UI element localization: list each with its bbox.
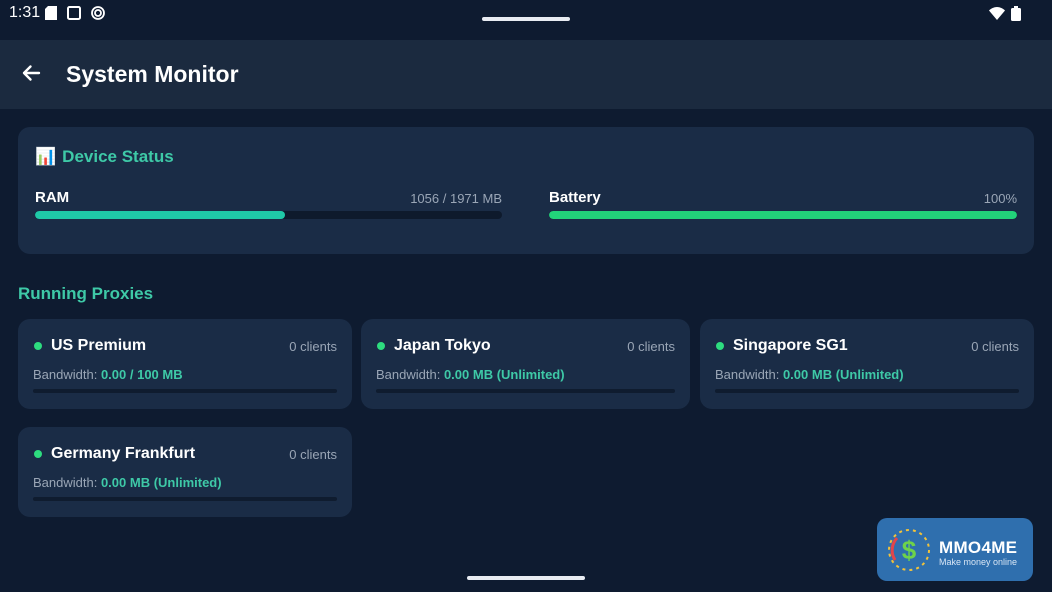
proxy-name: Germany Frankfurt bbox=[51, 445, 196, 462]
bandwidth-value: 0.00 MB (Unlimited) bbox=[782, 367, 904, 382]
watermark-title: MMO4ME bbox=[939, 538, 1018, 557]
page-title: System Monitor bbox=[66, 61, 239, 87]
battery-label: Battery bbox=[549, 189, 601, 206]
proxy-bandwidth: Bandwidth: 0.00 MB (Unlimited) bbox=[715, 367, 904, 382]
status-dot bbox=[377, 342, 385, 350]
bandwidth-progress-track bbox=[33, 389, 337, 393]
dollar-coin-icon: $ bbox=[885, 526, 933, 579]
arrow-left-icon bbox=[21, 63, 41, 88]
bandwidth-progress-track bbox=[376, 389, 675, 393]
proxy-clients: 0 clients bbox=[289, 447, 337, 462]
proxy-clients: 0 clients bbox=[627, 339, 675, 354]
proxy-card-germany-frankfurt[interactable]: Germany Frankfurt 0 clients Bandwidth: 0… bbox=[18, 427, 352, 517]
proxy-card-singapore-sg1[interactable]: Singapore SG1 0 clients Bandwidth: 0.00 … bbox=[700, 319, 1034, 409]
proxy-name: Singapore SG1 bbox=[733, 337, 848, 354]
proxy-bandwidth: Bandwidth: 0.00 MB (Unlimited) bbox=[376, 367, 565, 382]
battery-value: 100% bbox=[983, 191, 1017, 206]
mmo4me-watermark-logo: $ MMO4ME Make money online bbox=[877, 518, 1033, 581]
proxy-bandwidth: Bandwidth: 0.00 / 100 MB bbox=[33, 367, 183, 382]
battery-icon bbox=[1011, 6, 1021, 26]
bandwidth-value: 0.00 MB (Unlimited) bbox=[443, 367, 565, 382]
chart-emoji-icon: 📊 bbox=[35, 147, 57, 166]
status-dot bbox=[34, 342, 42, 350]
device-status-card: 📊 Device Status RAM 1056 / 1971 MB Batte… bbox=[18, 127, 1034, 254]
bandwidth-value: 0.00 MB (Unlimited) bbox=[100, 475, 222, 490]
bandwidth-label: Bandwidth: bbox=[715, 367, 780, 382]
battery-progress-fill bbox=[549, 211, 1017, 219]
bandwidth-label: Bandwidth: bbox=[376, 367, 441, 382]
bandwidth-value: 0.00 / 100 MB bbox=[100, 367, 183, 382]
bandwidth-label: Bandwidth: bbox=[33, 475, 98, 490]
proxy-clients: 0 clients bbox=[289, 339, 337, 354]
running-proxies-heading: Running Proxies bbox=[18, 284, 154, 303]
ram-progress-fill bbox=[35, 211, 286, 219]
screenshot-icon bbox=[67, 6, 81, 25]
device-status-title: Device Status bbox=[62, 147, 174, 166]
proxy-card-us-premium[interactable]: US Premium 0 clients Bandwidth: 0.00 / 1… bbox=[18, 319, 352, 409]
bandwidth-progress-track bbox=[33, 497, 337, 501]
status-bar: 1:31 bbox=[0, 0, 1052, 40]
target-icon bbox=[91, 6, 105, 25]
wifi-icon bbox=[989, 6, 1005, 25]
status-dot bbox=[34, 450, 42, 458]
device-status-heading: 📊 Device Status bbox=[35, 147, 174, 167]
ram-value: 1056 / 1971 MB bbox=[410, 191, 502, 206]
app-bar: System Monitor bbox=[0, 40, 1052, 109]
proxy-name: Japan Tokyo bbox=[394, 337, 491, 354]
sd-card-icon bbox=[45, 6, 57, 25]
gesture-nav-handle[interactable] bbox=[467, 576, 585, 580]
svg-text:$: $ bbox=[902, 535, 917, 565]
status-dot bbox=[716, 342, 724, 350]
battery-progress-track bbox=[549, 211, 1017, 219]
top-handle bbox=[482, 17, 570, 21]
ram-progress-track bbox=[35, 211, 502, 219]
status-time: 1:31 bbox=[9, 4, 41, 21]
ram-label: RAM bbox=[35, 189, 70, 206]
proxy-name: US Premium bbox=[51, 337, 147, 354]
proxy-clients: 0 clients bbox=[971, 339, 1019, 354]
proxy-card-japan-tokyo[interactable]: Japan Tokyo 0 clients Bandwidth: 0.00 MB… bbox=[361, 319, 690, 409]
watermark-subtitle: Make money online bbox=[939, 557, 1018, 567]
bandwidth-label: Bandwidth: bbox=[33, 367, 98, 382]
proxy-bandwidth: Bandwidth: 0.00 MB (Unlimited) bbox=[33, 475, 222, 490]
bandwidth-progress-track bbox=[715, 389, 1019, 393]
back-button[interactable] bbox=[18, 62, 44, 88]
